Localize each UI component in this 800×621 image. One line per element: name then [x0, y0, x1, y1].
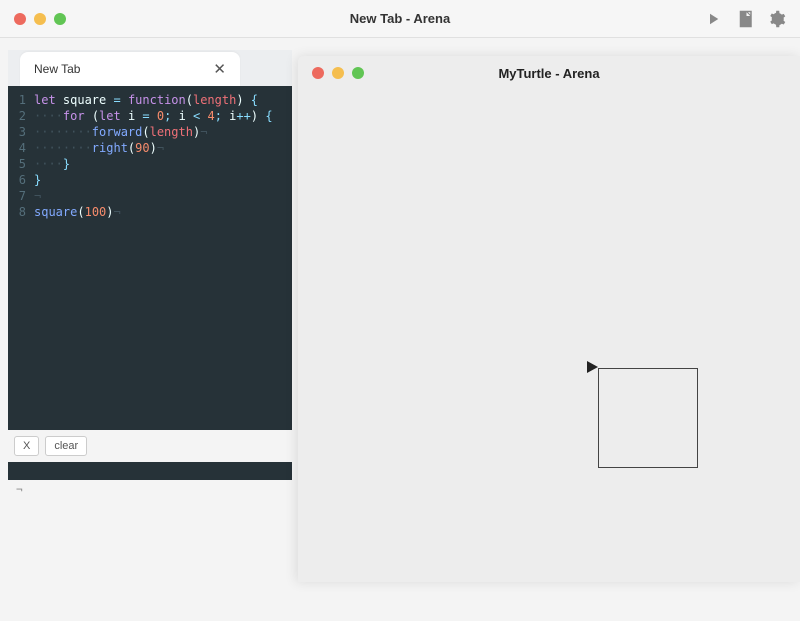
line-number: 2	[8, 108, 34, 124]
code-editor[interactable]: 1let square = function(length) {2····for…	[8, 86, 292, 480]
code-line: 5····}	[8, 156, 292, 172]
maximize-window-icon[interactable]	[54, 13, 66, 25]
console-output: ¬	[16, 483, 23, 496]
gear-icon[interactable]	[768, 10, 786, 28]
maximize-window-icon[interactable]	[352, 67, 364, 79]
code-content: ········right(90)¬	[34, 140, 164, 156]
turtle-traffic-lights	[312, 67, 364, 79]
turtle-window-title: MyTurtle - Arena	[498, 66, 599, 81]
close-window-icon[interactable]	[312, 67, 324, 79]
minimize-window-icon[interactable]	[34, 13, 46, 25]
line-number: 6	[8, 172, 34, 188]
code-content: ····}	[34, 156, 70, 172]
tab-strip: New Tab ✕	[8, 50, 292, 86]
line-number: 5	[8, 156, 34, 172]
drawn-square	[598, 368, 698, 468]
content-area: New Tab ✕ 1let square = function(length)…	[0, 38, 800, 621]
turtle-cursor-icon	[587, 361, 598, 373]
document-icon[interactable]	[736, 10, 754, 28]
main-traffic-lights	[14, 13, 66, 25]
code-line: 2····for (let i = 0; i < 4; i++) {	[8, 108, 292, 124]
code-content: ¬	[34, 188, 41, 204]
close-icon[interactable]: ✕	[209, 60, 230, 78]
code-line: 6}	[8, 172, 292, 188]
tab-label: New Tab	[34, 62, 80, 76]
code-line: 3········forward(length)¬	[8, 124, 292, 140]
console-toolbar: X clear	[8, 430, 292, 462]
main-titlebar: New Tab - Arena	[0, 0, 800, 38]
code-line: 7¬	[8, 188, 292, 204]
turtle-titlebar: MyTurtle - Arena	[298, 56, 800, 90]
play-icon[interactable]	[704, 10, 722, 28]
code-content: square(100)¬	[34, 204, 121, 220]
line-number: 1	[8, 92, 34, 108]
code-content: }	[34, 172, 41, 188]
code-content: let square = function(length) {	[34, 92, 258, 108]
code-content: ····for (let i = 0; i < 4; i++) {	[34, 108, 273, 124]
code-line: 1let square = function(length) {	[8, 92, 292, 108]
turtle-canvas	[298, 90, 800, 582]
line-number: 8	[8, 204, 34, 220]
minimize-window-icon[interactable]	[332, 67, 344, 79]
main-window-title: New Tab - Arena	[350, 11, 450, 26]
code-content: ········forward(length)¬	[34, 124, 207, 140]
line-number: 7	[8, 188, 34, 204]
line-number: 4	[8, 140, 34, 156]
line-number: 3	[8, 124, 34, 140]
close-window-icon[interactable]	[14, 13, 26, 25]
console-close-button[interactable]: X	[14, 436, 39, 456]
turtle-window[interactable]: MyTurtle - Arena	[298, 56, 800, 582]
console-clear-button[interactable]: clear	[45, 436, 87, 456]
toolbar	[704, 10, 786, 28]
editor-tab[interactable]: New Tab ✕	[20, 52, 240, 86]
editor-panel: New Tab ✕ 1let square = function(length)…	[8, 50, 292, 480]
code-line: 8square(100)¬	[8, 204, 292, 220]
code-line: 4········right(90)¬	[8, 140, 292, 156]
